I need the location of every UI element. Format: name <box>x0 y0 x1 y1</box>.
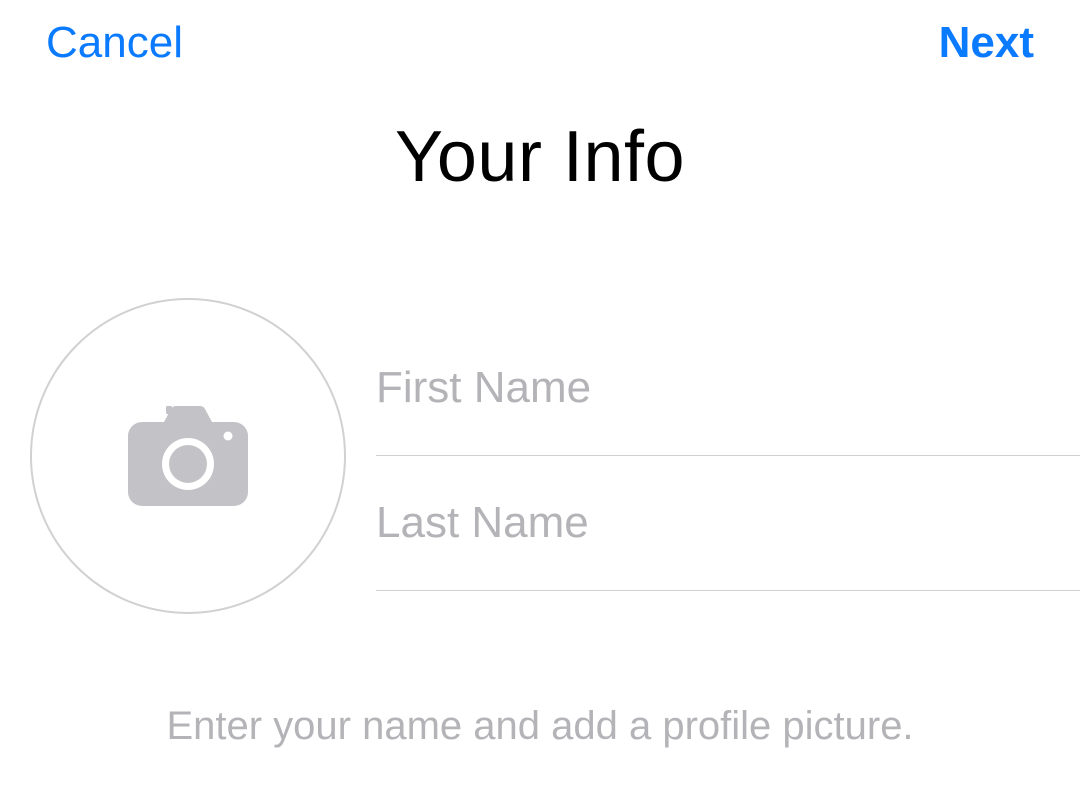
hint-text: Enter your name and add a profile pictur… <box>0 704 1080 749</box>
next-button[interactable]: Next <box>939 18 1034 68</box>
cancel-button[interactable]: Cancel <box>46 18 183 68</box>
name-fields <box>376 298 1080 614</box>
page-title: Your Info <box>0 116 1080 198</box>
nav-bar: Cancel Next <box>0 0 1080 68</box>
form-area <box>0 298 1080 614</box>
first-name-input[interactable] <box>376 321 1080 456</box>
add-photo-button[interactable] <box>30 298 346 614</box>
last-name-input[interactable] <box>376 456 1080 591</box>
camera-icon <box>128 406 248 506</box>
